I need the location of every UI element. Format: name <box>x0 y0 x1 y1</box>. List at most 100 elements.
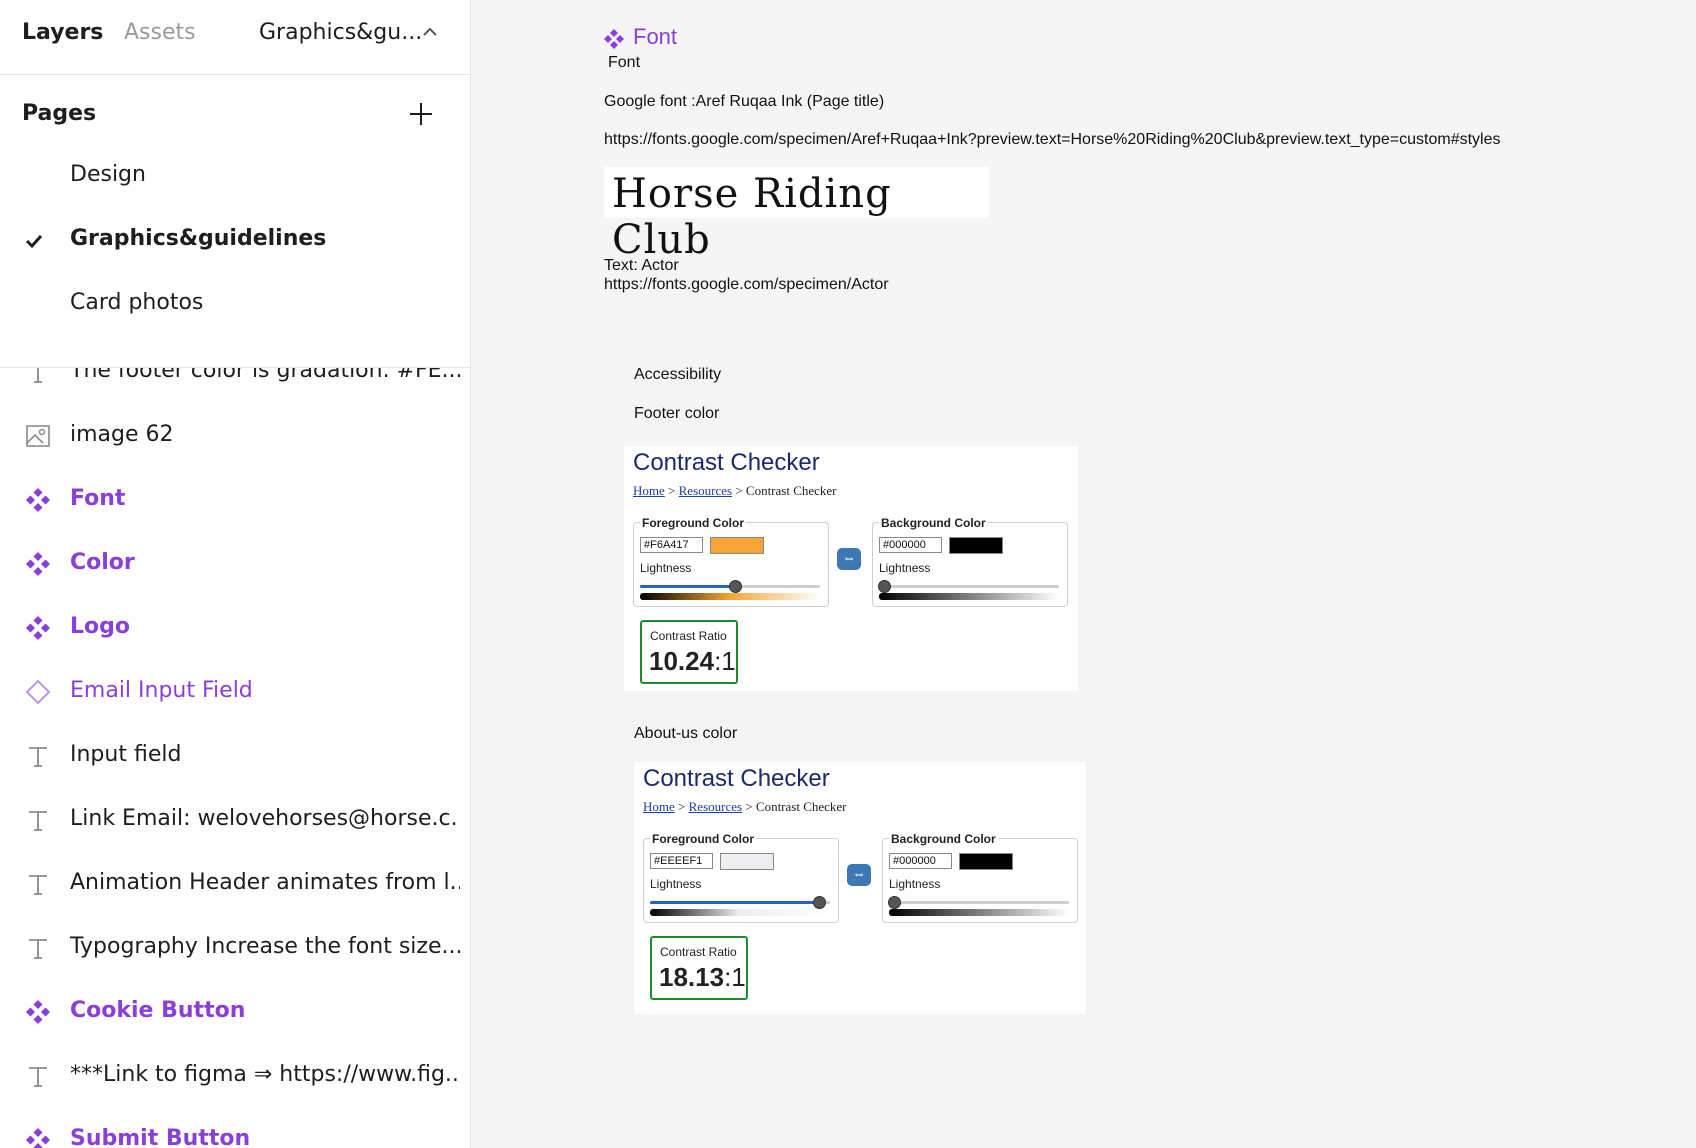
pages-section: Pages Design Graphics&guidelines Card ph… <box>0 75 470 368</box>
footer-color-label: Footer color <box>634 405 720 422</box>
ratio-suffix: :1 <box>714 646 736 676</box>
layer-row[interactable]: ***Link to figma ⇒ https://www.fig... <box>0 1046 470 1110</box>
text-icon <box>29 811 47 831</box>
contrast-checker-about: Contrast Checker Home > Resources > Contr… <box>634 762 1086 1014</box>
fg-title: Foreground Color <box>650 832 756 846</box>
google-font-url: https://fonts.google.com/specimen/Aref+R… <box>604 131 1501 148</box>
ratio-label: Contrast Ratio <box>660 945 737 959</box>
layer-label: Font <box>70 486 126 511</box>
page-item-graphics-guidelines[interactable]: Graphics&guidelines <box>0 211 470 271</box>
crumb-home-link[interactable]: Home <box>643 799 675 814</box>
component-icon <box>26 552 50 576</box>
layer-row[interactable]: Font <box>0 470 470 534</box>
slider-knob[interactable] <box>729 580 743 593</box>
layer-label: Submit Button <box>70 1126 251 1148</box>
bg-lightness-slider[interactable] <box>878 580 1059 593</box>
fg-lightness-label: Lightness <box>640 561 692 575</box>
frame-title-text: Font <box>633 24 678 49</box>
bg-hex-input[interactable]: #000000 <box>889 853 952 869</box>
about-color-label: About-us color <box>634 725 738 742</box>
breadcrumb: Home > Resources > Contrast Checker <box>643 799 847 815</box>
slider-knob[interactable] <box>878 580 892 593</box>
google-font-label: Google font :Aref Ruqaa Ink (Page title) <box>604 93 885 110</box>
fg-lightness-slider[interactable] <box>650 896 830 909</box>
fg-title: Foreground Color <box>640 516 746 530</box>
tab-layers[interactable]: Layers <box>22 20 103 45</box>
frame-title[interactable]: Font <box>603 24 677 50</box>
text-font-url: https://fonts.google.com/specimen/Actor <box>604 276 889 293</box>
layer-row[interactable]: image 62 <box>0 406 470 470</box>
ratio-number: 10.24 <box>649 646 715 676</box>
instance-icon <box>25 679 51 705</box>
page-switcher[interactable]: Graphics&gu... <box>259 20 422 45</box>
bg-title: Background Color <box>879 516 988 530</box>
crumb-current: > Contrast Checker <box>732 483 837 498</box>
bg-color-swatch[interactable] <box>959 853 1013 870</box>
page-item-label: Graphics&guidelines <box>70 226 327 251</box>
layer-label: The footer color is gradation. #FE... <box>70 368 460 383</box>
fg-gradient <box>650 909 830 916</box>
bg-gradient <box>889 909 1069 916</box>
bg-lightness-slider[interactable] <box>888 896 1069 909</box>
fg-hex-input[interactable]: #F6A417 <box>640 537 703 553</box>
crumb-home-link[interactable]: Home <box>633 483 665 498</box>
layers-panel: Layers Assets Graphics&gu... Pages Desig… <box>0 0 471 1148</box>
fg-lightness-slider[interactable] <box>640 580 820 593</box>
text-icon <box>29 747 47 767</box>
layer-row[interactable]: Submit Button <box>0 1110 470 1148</box>
crumb-sep: > <box>674 799 689 814</box>
checker-title: Contrast Checker <box>643 765 830 792</box>
canvas[interactable]: Font Font Google font :Aref Ruqaa Ink (P… <box>471 0 1696 1148</box>
fg-hex-input[interactable]: #EEEEF1 <box>650 853 713 869</box>
tab-assets[interactable]: Assets <box>124 20 196 45</box>
layer-row[interactable]: Typography Increase the font size... <box>0 918 470 982</box>
swap-colors-icon[interactable]: ⇔ <box>837 548 861 570</box>
layer-row[interactable]: Logo <box>0 598 470 662</box>
text-font-label: Text: Actor <box>604 257 679 274</box>
layer-label: image 62 <box>70 422 174 447</box>
layer-label: Color <box>70 550 135 575</box>
slider-knob[interactable] <box>888 896 902 909</box>
layer-label: ***Link to figma ⇒ https://www.fig... <box>70 1062 460 1087</box>
page-item-design[interactable]: Design <box>0 147 470 207</box>
slider-knob[interactable] <box>813 896 827 909</box>
fg-gradient <box>640 593 820 600</box>
bg-title: Background Color <box>889 832 998 846</box>
crumb-current: > Contrast Checker <box>742 799 847 814</box>
foreground-panel: Foreground Color #EEEEF1 Lightness <box>643 832 839 923</box>
bg-color-swatch[interactable] <box>949 537 1003 554</box>
layer-row[interactable]: Cookie Button <box>0 982 470 1046</box>
layer-label: Logo <box>70 614 130 639</box>
contrast-checker-footer: Contrast Checker Home > Resources > Contr… <box>624 446 1078 691</box>
layers-list: The footer color is gradation. #FE... ima… <box>0 368 470 1148</box>
slider-fill <box>650 901 820 904</box>
layer-row[interactable]: Color <box>0 534 470 598</box>
add-page-icon[interactable] <box>406 99 436 129</box>
font-sample-box: Horse Riding Club <box>604 167 989 263</box>
layer-label: Typography Increase the font size... <box>70 934 460 959</box>
bg-hex-input[interactable]: #000000 <box>879 537 942 553</box>
fg-color-swatch[interactable] <box>720 853 774 870</box>
panel-header: Layers Assets Graphics&gu... <box>0 0 470 75</box>
text-icon <box>29 875 47 895</box>
layer-row[interactable]: Email Input Field <box>0 662 470 726</box>
layer-row[interactable]: Link Email: welovehorses@horse.c... <box>0 790 470 854</box>
frame-subtitle: Font <box>608 54 641 71</box>
foreground-panel: Foreground Color #F6A417 Lightness <box>633 516 829 607</box>
contrast-ratio-box: Contrast Ratio 10.24:1 <box>640 620 738 684</box>
layer-label: Link Email: welovehorses@horse.c... <box>70 806 460 831</box>
layer-row[interactable]: The footer color is gradation. #FE... <box>0 368 470 406</box>
accessibility-heading: Accessibility <box>634 366 722 383</box>
chevron-up-icon[interactable] <box>420 22 440 42</box>
fg-color-swatch[interactable] <box>710 537 764 554</box>
crumb-resources-link[interactable]: Resources <box>689 799 742 814</box>
component-icon <box>26 1128 50 1148</box>
swap-colors-icon[interactable]: ⇔ <box>847 864 871 886</box>
fg-lightness-label: Lightness <box>650 877 702 891</box>
page-item-card-photos[interactable]: Card photos <box>0 275 470 335</box>
component-icon <box>26 616 50 640</box>
layer-row[interactable]: Input field <box>0 726 470 790</box>
text-icon <box>34 368 42 383</box>
layer-row[interactable]: Animation Header animates from l... <box>0 854 470 918</box>
crumb-resources-link[interactable]: Resources <box>679 483 732 498</box>
